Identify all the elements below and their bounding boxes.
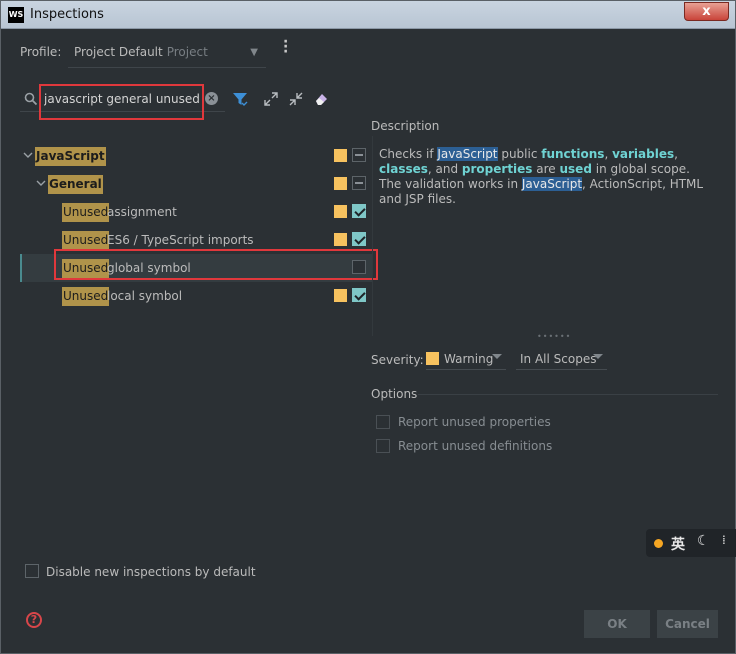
- chevron-down-icon: [492, 354, 502, 359]
- window-title: Inspections: [30, 7, 104, 22]
- severity-dropdown[interactable]: Warning: [426, 348, 506, 370]
- options-separator: [418, 394, 718, 395]
- severity-swatch: [334, 205, 347, 218]
- description-fragment: ,: [674, 147, 678, 161]
- option-label: Report unused definitions: [398, 439, 553, 453]
- ime-status-icon: [654, 539, 663, 548]
- expand-all-icon[interactable]: [263, 91, 279, 107]
- help-icon[interactable]: ?: [26, 612, 42, 628]
- selection-highlight-box: [54, 249, 378, 280]
- chevron-down-icon[interactable]: [23, 150, 33, 160]
- severity-swatch: [334, 177, 347, 190]
- scope-dropdown[interactable]: In All Scopes: [516, 348, 607, 370]
- chevron-down-icon[interactable]: [36, 178, 46, 188]
- description-fragment: used: [559, 162, 592, 176]
- tree-row-unused-assignment[interactable]: Unused assignment: [20, 198, 372, 226]
- title-bar: WS Inspections x: [1, 1, 735, 29]
- profile-label: Profile:: [20, 45, 62, 59]
- resize-grip-icon[interactable]: ••••••: [537, 332, 571, 341]
- option-label: Report unused properties: [398, 415, 551, 429]
- clear-icon[interactable]: ×: [205, 92, 218, 105]
- option-checkbox[interactable]: [376, 415, 390, 429]
- collapse-all-icon[interactable]: [288, 91, 304, 107]
- enabled-checkbox[interactable]: [352, 148, 366, 162]
- enabled-checkbox[interactable]: [352, 288, 366, 302]
- severity-swatch: [334, 233, 347, 246]
- cancel-button[interactable]: Cancel: [657, 610, 718, 638]
- profile-name: Project Default: [74, 45, 163, 59]
- filter-icon[interactable]: [232, 91, 248, 107]
- inspections-tree: JavaScript General Unused assignment Unu…: [20, 142, 372, 342]
- description-panel: Checks if JavaScript public functions, v…: [372, 136, 718, 336]
- tree-row-general[interactable]: General: [20, 170, 372, 198]
- severity-swatch: [426, 352, 439, 365]
- severity-label: Severity:: [371, 353, 424, 367]
- description-fragment: , and: [427, 162, 462, 176]
- moon-icon[interactable]: ☾: [697, 533, 710, 549]
- description-fragment: Checks if: [379, 147, 438, 161]
- severity-swatch: [334, 149, 347, 162]
- inspection-label: local symbol: [107, 289, 183, 303]
- severity-value: Warning: [444, 352, 494, 366]
- enabled-checkbox[interactable]: [352, 204, 366, 218]
- chevron-down-icon: ▼: [250, 47, 258, 58]
- option-checkbox[interactable]: [376, 439, 390, 453]
- description-fragment: properties: [461, 162, 533, 176]
- scope-value: In All Scopes: [520, 352, 597, 366]
- ime-more-icon[interactable]: ⁞: [722, 533, 726, 547]
- options-label: Options: [371, 387, 418, 401]
- description-fragment: are: [532, 162, 560, 176]
- description-text: Checks if JavaScript public functions, v…: [379, 147, 715, 207]
- inspection-label: ES6 / TypeScript imports: [107, 233, 254, 247]
- description-fragment: public: [497, 147, 542, 161]
- description-fragment: JavaScript: [437, 147, 498, 161]
- close-button[interactable]: x: [684, 2, 729, 21]
- disable-new-inspections-label: Disable new inspections by default: [46, 565, 256, 579]
- ime-toolbar[interactable]: 英 ☾ ⁞: [646, 529, 736, 557]
- inspection-label: assignment: [107, 205, 177, 219]
- dialog-body: Profile: Project DefaultProject ▼ ··· ×: [2, 30, 736, 653]
- search-highlight-box: [39, 84, 204, 120]
- description-fragment: variables: [612, 147, 675, 161]
- inspections-window: WS Inspections x Profile: Project Defaul…: [0, 0, 736, 654]
- highlight-general: General: [48, 175, 103, 194]
- description-fragment: ,: [604, 147, 613, 161]
- profile-scope: Project: [166, 45, 208, 59]
- highlight-unused: Unused: [62, 287, 110, 306]
- disable-new-inspections-checkbox[interactable]: [25, 564, 39, 578]
- highlight-unused: Unused: [62, 203, 110, 222]
- eraser-icon[interactable]: [313, 91, 329, 107]
- highlight-unused: Unused: [62, 231, 110, 250]
- severity-swatch: [334, 289, 347, 302]
- description-fragment: classes: [379, 162, 428, 176]
- highlight-javascript: JavaScript: [35, 147, 106, 166]
- description-fragment: JavaScript: [521, 177, 583, 191]
- description-label: Description: [371, 119, 440, 133]
- more-options-icon[interactable]: · · ·: [283, 35, 288, 59]
- search-icon: [24, 92, 38, 106]
- ok-button[interactable]: OK: [584, 610, 650, 638]
- description-fragment: functions: [541, 147, 605, 161]
- tree-row-javascript[interactable]: JavaScript: [20, 142, 372, 170]
- enabled-checkbox[interactable]: [352, 232, 366, 246]
- enabled-checkbox[interactable]: [352, 176, 366, 190]
- chevron-down-icon: [593, 354, 603, 359]
- ime-language[interactable]: 英: [671, 534, 685, 554]
- profile-dropdown[interactable]: Project Default Project ▼: [68, 38, 266, 68]
- tree-row-unused-local-symbol[interactable]: Unused local symbol: [20, 282, 372, 310]
- webstorm-app-icon: WS: [8, 7, 24, 23]
